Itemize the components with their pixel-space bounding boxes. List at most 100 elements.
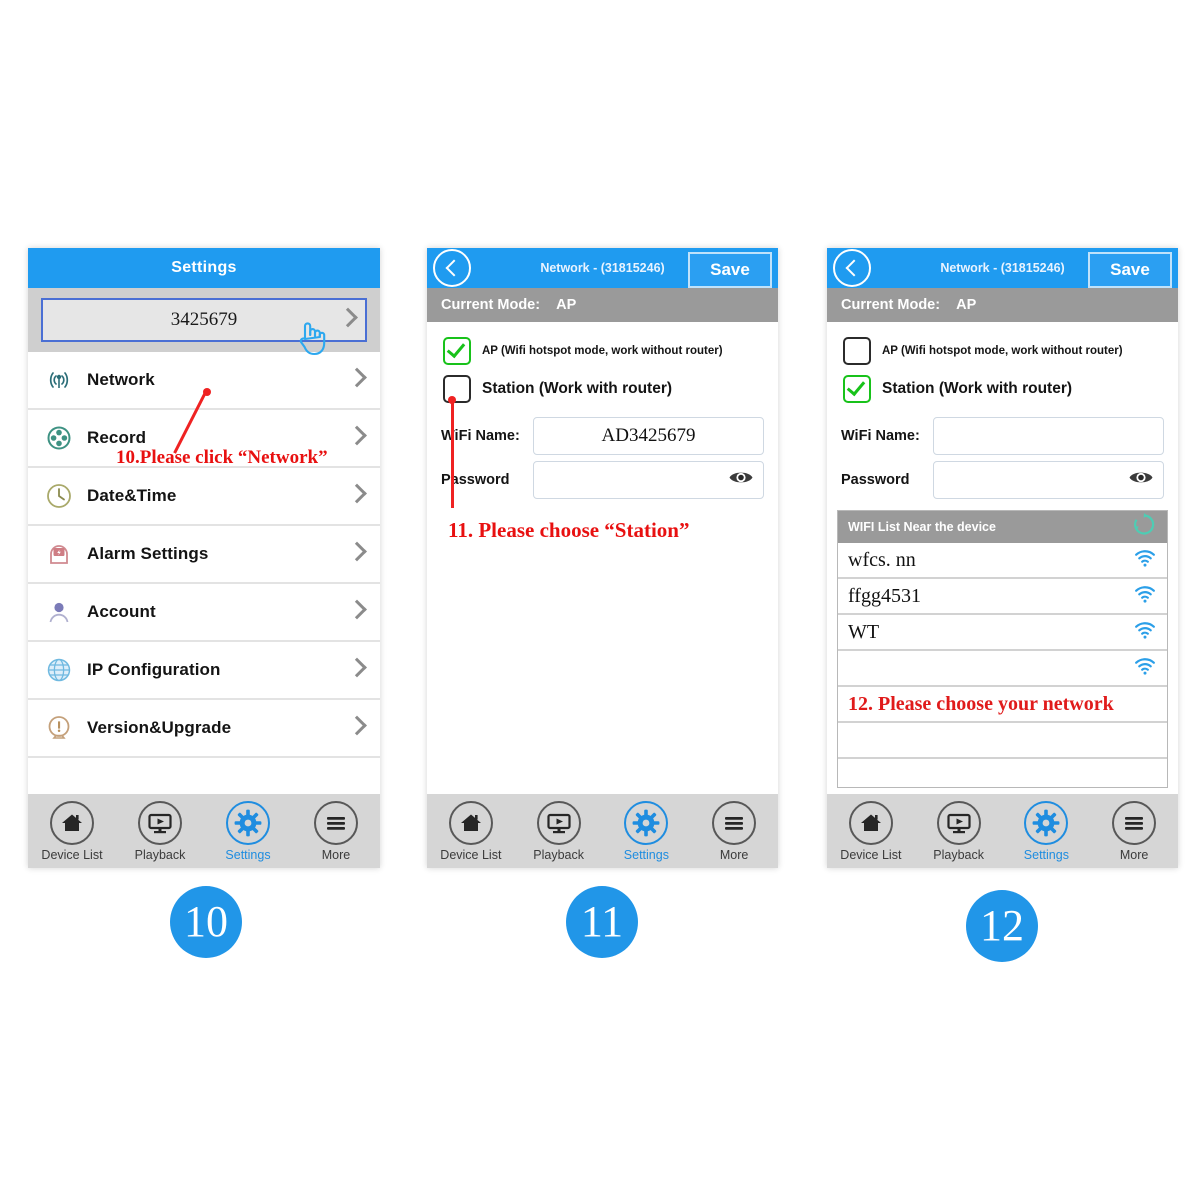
tab-playback[interactable]: Playback [116,800,204,862]
chevron-right-icon [347,541,367,564]
mode-option-station[interactable]: Station (Work with router) [427,370,778,408]
tab-device-list[interactable]: Device List [427,800,515,862]
wifi-credential-fields: WiFi Name: Password [827,408,1178,502]
checkbox-checked-icon[interactable] [443,337,471,365]
tab-playback[interactable]: Playback [915,800,1003,862]
tab-label: Settings [225,847,271,862]
settings-menu-item-ip-configuration[interactable]: IP Configuration [28,642,380,700]
wifi-list-rows: wfcs. nn ffgg4531 WT 12. Please choose your… [838,543,1167,787]
eye-icon[interactable] [728,469,754,492]
wifi-list-header: WIFI List Near the device [838,511,1167,543]
wifi-list-item[interactable]: ffgg4531 [838,579,1167,615]
settings-menu-item-label: Version&Upgrade [87,718,232,737]
settings-menu-item-alarm-settings[interactable]: Alarm Settings [28,526,380,584]
chevron-right-icon [347,483,367,506]
record-reel-icon [42,421,76,455]
refresh-circle-icon[interactable] [1131,512,1157,543]
field-label: Password [441,472,510,488]
device-selector-bar: 3425679 [28,288,380,352]
tab-more[interactable]: More [690,800,778,862]
tab-label: Playback [933,847,984,862]
wifi-name-input[interactable]: AD3425679 [533,417,764,455]
mode-options: AP (Wifi hotspot mode, work without rout… [427,322,778,408]
mode-option-ap[interactable]: AP (Wifi hotspot mode, work without rout… [827,332,1178,370]
save-button-label: Save [1110,260,1150,279]
settings-menu-item-version-upgrade[interactable]: Version&Upgrade [28,700,380,758]
settings-menu-item-label: Date&Time [87,486,177,505]
settings-menu-item-account[interactable]: Account [28,584,380,642]
wifi-list-item[interactable] [838,723,1167,759]
phone-panel-network-ap: Network - (31815246) Save Current Mode: … [427,248,778,868]
checkbox-checked-icon[interactable] [843,375,871,403]
wifi-name-input[interactable] [933,417,1164,455]
annotation-line-11 [451,400,454,508]
tab-label: Device List [840,847,902,862]
tab-device-list[interactable]: Device List [827,800,915,862]
wifi-network-name: wfcs. nn [848,548,916,571]
mode-option-label: Station (Work with router) [882,380,1073,397]
tab-more[interactable]: More [292,800,380,862]
mode-option-label: Station (Work with router) [482,380,673,397]
wifi-list-item[interactable]: WT [838,615,1167,651]
tab-device-list[interactable]: Device List [28,800,116,862]
field-value: AD3425679 [601,425,696,446]
field-label: Password [841,472,910,488]
step-badge-11-label: 11 [580,897,624,946]
phone-panel-settings: Settings 3425679 Network Record Date&Time A… [28,248,380,868]
password-input[interactable] [533,461,764,499]
mode-option-label: AP (Wifi hotspot mode, work without rout… [882,345,1123,357]
mode-option-label: AP (Wifi hotspot mode, work without rout… [482,345,723,357]
hand-pointer-icon [293,318,327,363]
settings-menu-item-date-time[interactable]: Date&Time [28,468,380,526]
chevron-right-icon [338,307,358,330]
mode-options: AP (Wifi hotspot mode, work without rout… [827,322,1178,408]
hamburger-icon [314,800,358,845]
mode-option-station[interactable]: Station (Work with router) [827,370,1178,408]
wifi-list-item[interactable] [838,651,1167,687]
chevron-right-icon [347,657,367,680]
password-input[interactable] [933,461,1164,499]
tab-settings[interactable]: Settings [204,800,292,862]
settings-header: Settings [28,248,380,288]
checkbox-unchecked-icon[interactable] [843,337,871,365]
tab-settings[interactable]: Settings [1003,800,1091,862]
wifi-list-item[interactable] [838,759,1167,787]
save-button[interactable]: Save [1088,252,1172,288]
save-button[interactable]: Save [688,252,772,288]
tab-label: Playback [134,847,186,862]
tab-label: More [1119,847,1149,862]
settings-menu-item-network[interactable]: Network [28,352,380,410]
current-mode-value: AP [956,297,977,313]
back-arrow-icon[interactable] [433,249,471,287]
wifi-list-item[interactable]: wfcs. nn [838,543,1167,579]
monitor-play-icon [936,800,981,845]
clock-icon [42,479,76,513]
tab-settings[interactable]: Settings [603,800,691,862]
wifi-list-header-label: WIFI List Near the device [848,520,996,534]
wifi-network-name: ffgg4531 [848,584,921,607]
wifi-signal-icon [42,363,76,397]
annotation-text-12: 12. Please choose your network [848,692,1114,715]
tab-label: Settings [623,847,669,862]
home-icon [848,800,893,845]
screenshot-stage: Settings 3425679 Network Record Date&Time A… [0,0,1200,1200]
globe-icon [42,653,76,687]
settings-menu-item-label: IP Configuration [87,660,221,679]
hamburger-icon [1112,800,1157,845]
mode-option-ap[interactable]: AP (Wifi hotspot mode, work without rout… [427,332,778,370]
tab-label: Device List [41,847,103,862]
step-badge-10: 10 [170,886,242,958]
settings-menu-list: Network Record Date&Time Alarm Settings Acco… [28,352,380,758]
alarm-bell-icon [42,537,76,571]
tab-playback[interactable]: Playback [515,800,603,862]
wifi-list-annotation-row: 12. Please choose your network [838,687,1167,723]
settings-menu-item-label: Account [87,602,156,621]
tab-label: More [719,847,749,862]
eye-icon[interactable] [1128,469,1154,492]
back-arrow-icon[interactable] [833,249,871,287]
wifi-signal-icon [1133,654,1157,683]
tab-more[interactable]: More [1090,800,1178,862]
chevron-right-icon [347,367,367,390]
step-badge-11: 11 [566,886,638,958]
home-icon [448,800,493,845]
